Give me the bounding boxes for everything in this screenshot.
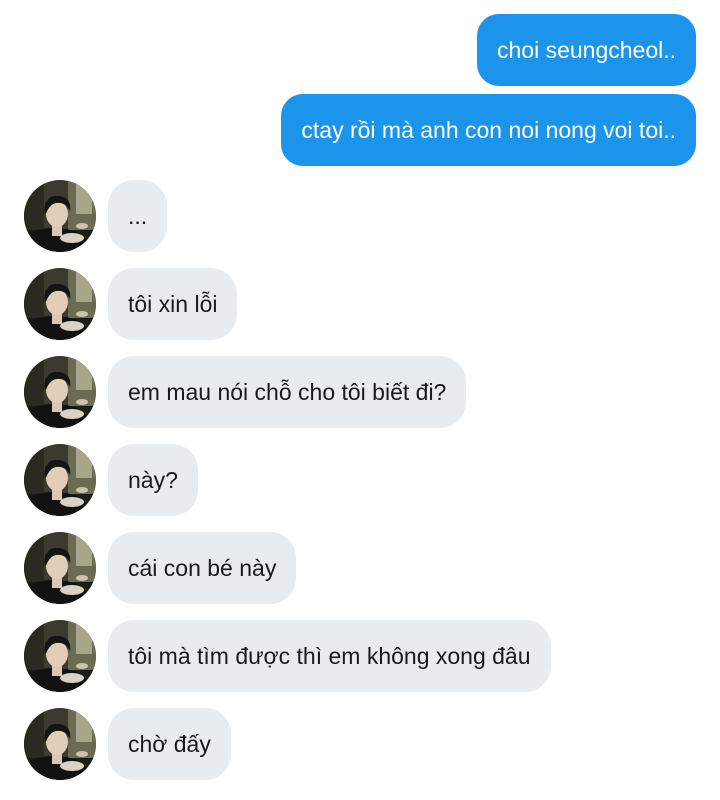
message-row-incoming: chờ đấy — [0, 708, 720, 780]
sender-avatar-icon[interactable] — [24, 356, 96, 428]
incoming-message-bubble[interactable]: tôi xin lỗi — [108, 268, 238, 340]
incoming-message-bubble[interactable]: chờ đấy — [108, 708, 231, 780]
sender-avatar-icon[interactable] — [24, 708, 96, 780]
message-row-incoming: này? — [0, 444, 720, 516]
message-row-incoming: tôi xin lỗi — [0, 268, 720, 340]
message-row-incoming: cái con bé này — [0, 532, 720, 604]
sender-avatar-icon[interactable] — [24, 268, 96, 340]
incoming-message-bubble[interactable]: cái con bé này — [108, 532, 297, 604]
message-thread: choi seungcheol.. ctay rồi mà anh con no… — [0, 0, 720, 800]
sender-avatar-icon[interactable] — [24, 532, 96, 604]
message-row-outgoing: ctay rồi mà anh con noi nong voi toi.. — [0, 94, 720, 166]
incoming-message-bubble[interactable]: này? — [108, 444, 198, 516]
incoming-message-bubble[interactable]: ... — [108, 180, 168, 252]
incoming-message-bubble[interactable]: tôi mà tìm được thì em không xong đâu — [108, 620, 551, 692]
sender-avatar-icon[interactable] — [24, 620, 96, 692]
outgoing-message-bubble[interactable]: ctay rồi mà anh con noi nong voi toi.. — [281, 94, 696, 166]
message-row-outgoing: choi seungcheol.. — [0, 14, 720, 86]
sender-avatar-icon[interactable] — [24, 444, 96, 516]
message-row-incoming: em mau nói chỗ cho tôi biết đi? — [0, 356, 720, 428]
message-row-incoming: tôi mà tìm được thì em không xong đâu — [0, 620, 720, 692]
incoming-message-bubble[interactable]: em mau nói chỗ cho tôi biết đi? — [108, 356, 467, 428]
message-row-incoming: ... — [0, 180, 720, 252]
outgoing-message-bubble[interactable]: choi seungcheol.. — [476, 14, 696, 86]
sender-avatar-icon[interactable] — [24, 180, 96, 252]
